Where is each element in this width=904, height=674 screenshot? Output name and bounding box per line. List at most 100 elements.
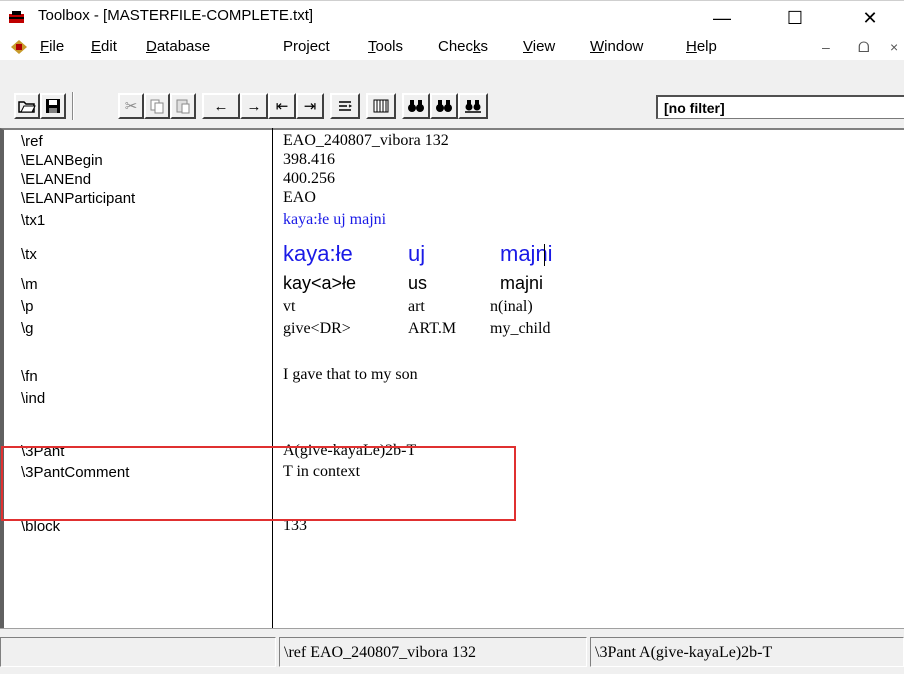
value-tx1[interactable]: kaya:łe uj majni [283,211,386,229]
g-gloss[interactable]: give<DR> [283,320,351,338]
value-fn[interactable]: I gave that to my son [283,366,418,384]
interlinear-button[interactable] [330,93,360,119]
menu-window-mnemonic: W [590,38,605,55]
title-bar: Toolbox - [MASTERFILE-COMPLETE.txt] — ☐ … [0,0,904,34]
arrow-left-icon: ← [213,97,229,115]
copy-button[interactable] [144,93,170,119]
menu-help-label: elp [696,38,717,55]
value-elanparticipant[interactable]: EAO [283,189,316,207]
g-gloss[interactable]: my_child [490,320,550,338]
first-record-button[interactable]: ⇤ [268,93,296,119]
menu-window[interactable]: Window [590,38,643,55]
open-folder-button[interactable] [14,93,40,119]
menu-project-label-b: ect [309,38,330,55]
minimize-button[interactable]: — [702,3,742,33]
menu-file[interactable]: File [40,38,64,55]
interlinear-icon [339,101,353,111]
p-part-of-speech[interactable]: art [408,298,425,316]
marker-m: \m [21,276,38,293]
maximize-button[interactable]: ☐ [775,3,815,33]
arrow-first-icon: ⇤ [275,98,289,115]
menu-view-label: iew [532,38,556,55]
menu-tools-mnemonic: T [368,38,376,55]
marker-fn: \fn [21,368,38,385]
close-button[interactable]: ✕ [850,3,890,33]
marker-tx: \tx [21,246,37,263]
m-morpheme[interactable]: majni [500,274,543,292]
clipboard-icon [176,99,190,114]
find-previous-button[interactable] [458,93,488,119]
floppy-disk-icon [46,99,60,113]
cut-button[interactable]: ✂ [118,93,144,119]
menu-checks-mnemonic: k [473,38,481,55]
status-bar: \ref EAO_240807_vibora 132 \3Pant A(give… [0,628,904,674]
mdi-close-button[interactable]: × [890,39,898,55]
scissors-icon: ✂ [124,98,138,115]
value-elanbegin[interactable]: 398.416 [283,151,335,169]
status-panel-ref: \ref EAO_240807_vibora 132 [279,637,587,667]
menu-file-label: ile [49,38,65,55]
menu-help[interactable]: Help [686,38,717,55]
open-folder-icon [18,101,36,113]
window-title: Toolbox - [MASTERFILE-COMPLETE.txt] [38,7,314,24]
find-button[interactable] [402,93,430,119]
highlight-box [1,446,516,521]
menu-help-mnemonic: H [686,38,697,55]
binoculars-icon [408,100,424,112]
marker-elanend: \ELANEnd [21,171,92,188]
menu-edit-mnemonic: E [91,38,102,55]
menu-edit[interactable]: Edit [91,38,117,55]
g-gloss[interactable]: ART.M [408,320,456,338]
toolbox-app-icon [9,11,24,23]
menu-checks-label-b: s [480,38,489,55]
mdi-minimize-button[interactable]: – [822,39,830,55]
save-button[interactable] [40,93,66,119]
browse-table-icon [373,99,389,113]
marker-ref: \ref [21,133,43,150]
marker-value-divider[interactable] [272,128,273,628]
menu-project-label-a: Pro [283,38,307,55]
marker-p: \p [21,298,34,315]
text-cursor [544,244,545,266]
tx-word[interactable]: kaya:łe [283,243,353,265]
menu-database-mnemonic: D [146,38,157,55]
m-morpheme[interactable]: us [408,274,427,292]
browse-view-button[interactable] [366,93,396,119]
find-next-button[interactable] [430,93,458,119]
document-icon [11,40,27,54]
mdi-restore-button[interactable]: ᗝ [858,39,870,56]
m-morpheme[interactable]: kay<a>łe [283,274,356,292]
menu-window-label: indow [604,38,644,55]
menu-file-mnemonic: F [40,38,50,55]
marker-g: \g [21,320,34,337]
menu-view[interactable]: View [523,38,555,55]
menu-edit-label: dit [101,38,117,55]
marker-tx1: \tx1 [21,212,46,229]
filter-dropdown[interactable]: [no filter] [656,95,904,119]
marker-ind: \ind [21,390,46,407]
toolbar-separator [72,92,74,120]
status-panel-empty [0,637,276,667]
arrow-last-icon: ⇥ [303,98,317,115]
arrow-right-icon: → [246,97,262,115]
binoculars-next-icon [436,100,452,112]
menu-tools[interactable]: Tools [368,38,403,55]
menu-database[interactable]: Database [146,38,210,55]
previous-record-button[interactable]: ← [202,93,240,119]
menu-checks[interactable]: Checks [438,38,488,55]
last-record-button[interactable]: ⇥ [296,93,324,119]
tx-word[interactable]: uj [408,243,425,265]
copy-icon [150,99,164,114]
value-ref[interactable]: EAO_240807_vibora 132 [283,132,449,150]
menu-checks-label-a: Chec [438,38,474,55]
record-panel[interactable] [0,128,904,628]
marker-elanparticipant: \ELANParticipant [21,190,136,207]
binoculars-previous-icon [465,100,481,113]
paste-button[interactable] [170,93,196,119]
p-part-of-speech[interactable]: n(inal) [490,298,533,316]
menu-database-label: atabase [156,38,211,55]
menu-project[interactable]: Project [283,38,330,55]
p-part-of-speech[interactable]: vt [283,298,295,316]
next-record-button[interactable]: → [240,93,268,119]
value-elanend[interactable]: 400.256 [283,170,335,188]
